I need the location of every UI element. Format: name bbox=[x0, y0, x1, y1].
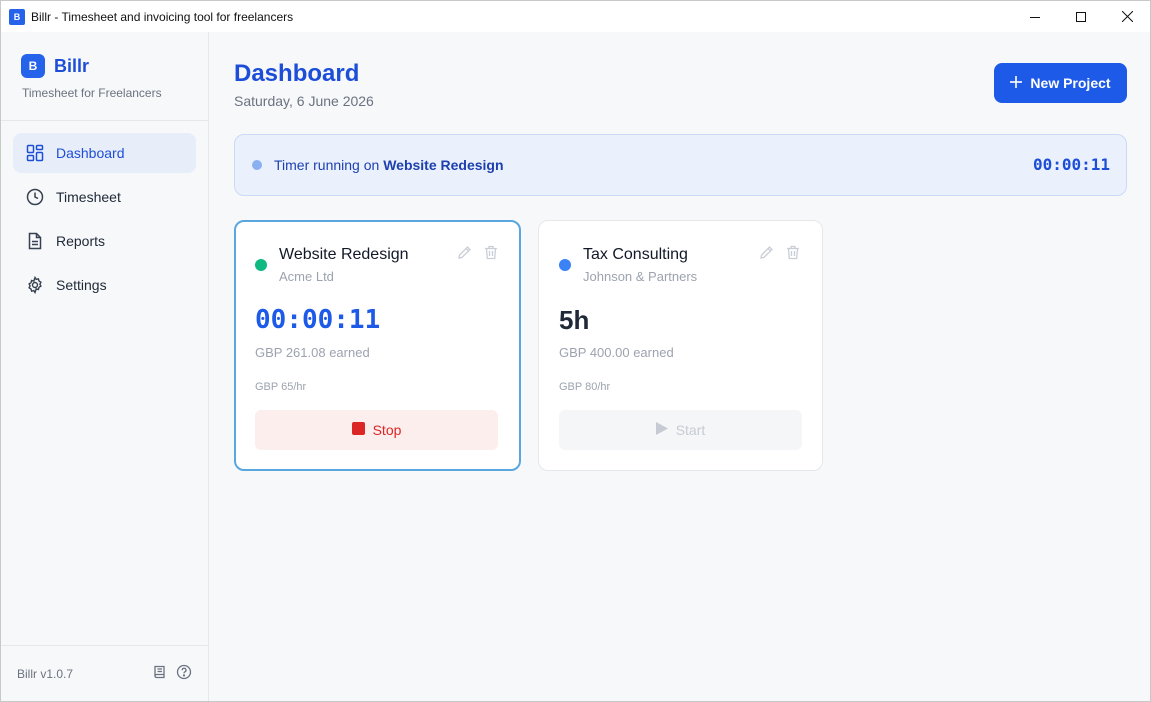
project-rate: GBP 80/hr bbox=[559, 381, 611, 393]
page-title: Dashboard bbox=[234, 60, 360, 87]
project-client: Acme Ltd bbox=[279, 269, 334, 284]
project-card[interactable]: Website Redesign Acme Ltd 00:00:11 GBP 2… bbox=[234, 220, 521, 471]
sidebar-item-reports[interactable]: Reports bbox=[13, 221, 196, 261]
timer-banner-elapsed: 00:00:11 bbox=[1032, 155, 1110, 174]
sidebar-footer: Billr v1.0.7 bbox=[1, 645, 208, 701]
help-icon[interactable] bbox=[176, 664, 192, 685]
sidebar-item-label: Settings bbox=[56, 277, 107, 293]
edit-icon[interactable] bbox=[759, 245, 774, 265]
brand-name: Billr bbox=[54, 55, 90, 76]
project-total-hours: 5h bbox=[559, 305, 590, 335]
project-rate: GBP 65/hr bbox=[255, 381, 307, 393]
project-earned: GBP 261.08 earned bbox=[255, 345, 370, 360]
trash-icon[interactable] bbox=[484, 245, 498, 265]
start-button[interactable]: Start bbox=[559, 410, 802, 450]
edit-icon[interactable] bbox=[457, 245, 472, 265]
timer-status-dot bbox=[252, 160, 262, 170]
window-controls bbox=[1012, 1, 1150, 32]
timer-banner-prefix: Timer running on bbox=[274, 157, 384, 173]
timer-banner-text: Timer running on Website Redesign bbox=[274, 157, 504, 173]
project-name: Website Redesign bbox=[279, 246, 409, 263]
timer-banner-project: Website Redesign bbox=[383, 157, 504, 173]
stop-icon bbox=[351, 422, 365, 438]
title-bar: B Billr - Timesheet and invoicing tool f… bbox=[1, 1, 1150, 32]
document-icon bbox=[26, 232, 44, 250]
app-window: B Billr - Timesheet and invoicing tool f… bbox=[0, 0, 1151, 702]
minimize-icon bbox=[1030, 16, 1040, 18]
stop-button[interactable]: Stop bbox=[255, 410, 498, 450]
gear-icon bbox=[26, 276, 44, 294]
project-name: Tax Consulting bbox=[583, 246, 688, 263]
project-elapsed-time: 00:00:11 bbox=[255, 305, 381, 335]
version-label: Billr v1.0.7 bbox=[17, 667, 74, 681]
new-project-label: New Project bbox=[1030, 75, 1111, 91]
app-icon: B bbox=[9, 8, 25, 25]
project-status-dot bbox=[559, 259, 571, 271]
changelog-icon[interactable] bbox=[152, 664, 168, 685]
sidebar-item-dashboard[interactable]: Dashboard bbox=[13, 133, 196, 173]
timer-banner: Timer running on Website Redesign 00:00:… bbox=[234, 134, 1127, 196]
sidebar-item-settings[interactable]: Settings bbox=[13, 265, 196, 305]
window-title: Billr - Timesheet and invoicing tool for… bbox=[31, 9, 294, 24]
project-earned: GBP 400.00 earned bbox=[559, 345, 674, 360]
page-date: Saturday, 6 June 2026 bbox=[234, 93, 374, 109]
plus-icon bbox=[1010, 75, 1023, 91]
project-card[interactable]: Tax Consulting Johnson & Partners 5h GBP… bbox=[538, 220, 823, 471]
close-button[interactable] bbox=[1104, 1, 1150, 32]
minimize-button[interactable] bbox=[1012, 1, 1058, 32]
sidebar: B Billr Timesheet for Freelancers Dashbo… bbox=[1, 32, 209, 701]
sidebar-item-label: Reports bbox=[56, 233, 106, 249]
sidebar-nav: Dashboard Timesheet Reports Settings bbox=[1, 121, 208, 305]
sidebar-item-timesheet[interactable]: Timesheet bbox=[13, 177, 196, 217]
clock-icon bbox=[26, 188, 44, 206]
sidebar-item-label: Dashboard bbox=[56, 145, 125, 161]
start-button-label: Start bbox=[675, 422, 706, 438]
maximize-button[interactable] bbox=[1058, 1, 1104, 32]
sidebar-item-label: Timesheet bbox=[56, 189, 121, 205]
main-content: Dashboard Saturday, 6 June 2026 New Proj… bbox=[210, 32, 1150, 701]
trash-icon[interactable] bbox=[786, 245, 800, 265]
project-status-dot bbox=[255, 259, 267, 271]
project-client: Johnson & Partners bbox=[583, 269, 698, 284]
maximize-icon bbox=[1076, 11, 1086, 22]
close-icon bbox=[1121, 11, 1133, 22]
brand-subtitle: Timesheet for Freelancers bbox=[22, 86, 162, 100]
brand-logo: B bbox=[21, 54, 45, 78]
new-project-button[interactable]: New Project bbox=[994, 63, 1127, 103]
play-icon bbox=[655, 422, 668, 438]
brand: B Billr Timesheet for Freelancers bbox=[1, 32, 208, 121]
dashboard-grid-icon bbox=[26, 144, 44, 162]
stop-button-label: Stop bbox=[372, 422, 402, 438]
